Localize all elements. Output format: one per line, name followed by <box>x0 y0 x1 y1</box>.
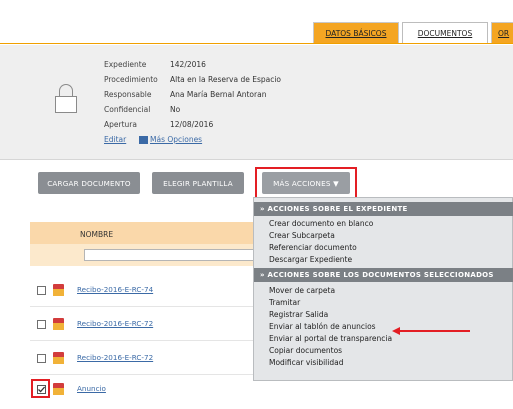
table-row[interactable]: Anuncio <box>30 375 260 409</box>
highlight-box-more-actions <box>255 167 357 199</box>
field-value-responsable: Ana María Bernal Antoran <box>170 90 267 99</box>
row-checkbox[interactable] <box>37 320 46 329</box>
table-row[interactable]: Recibo-2016-E-RC-72 <box>30 307 260 341</box>
file-icon <box>53 352 64 364</box>
menu-item-modify-visibility[interactable]: Modificar visibilidad <box>269 358 343 367</box>
field-label-apertura: Apertura <box>104 120 137 129</box>
name-filter-input[interactable] <box>84 249 260 261</box>
tab-documentos[interactable]: DOCUMENTOS <box>402 22 488 43</box>
menu-item-reference-document[interactable]: Referenciar documento <box>269 243 357 252</box>
more-actions-menu: » ACCIONES SOBRE EL EXPEDIENTE Crear doc… <box>253 197 513 381</box>
field-label-responsable: Responsable <box>104 90 152 99</box>
file-icon <box>53 383 64 395</box>
menu-item-process[interactable]: Tramitar <box>269 298 300 307</box>
field-label-confidencial: Confidencial <box>104 105 151 114</box>
load-document-button[interactable]: CARGAR DOCUMENTO <box>38 172 140 194</box>
field-value-apertura: 12/08/2016 <box>170 120 214 129</box>
field-label-procedimiento: Procedimiento <box>104 75 158 84</box>
menu-item-move-folder[interactable]: Mover de carpeta <box>269 286 335 295</box>
menu-item-download-record[interactable]: Descargar Expediente <box>269 255 352 264</box>
more-options-link[interactable]: Más Opciones <box>150 135 202 144</box>
field-value-procedimiento: Alta en la Reserva de Espacio <box>170 75 282 84</box>
row-checkbox[interactable] <box>37 354 46 363</box>
menu-section-record: » ACCIONES SOBRE EL EXPEDIENTE <box>254 202 513 216</box>
menu-item-create-blank[interactable]: Crear documento en blanco <box>269 219 373 228</box>
table-row[interactable]: Recibo-2016-E-RC-72 <box>30 341 260 375</box>
arrow-left-icon <box>392 327 400 335</box>
choose-template-button[interactable]: ELEGIR PLANTILLA <box>152 172 244 194</box>
field-value-confidencial: No <box>170 105 181 114</box>
field-value-expediente: 142/2016 <box>170 60 206 69</box>
menu-item-create-subfolder[interactable]: Crear Subcarpeta <box>269 231 335 240</box>
menu-item-send-transparency[interactable]: Enviar al portal de transparencia <box>269 334 392 343</box>
column-header-nombre[interactable]: NOMBRE <box>80 230 113 239</box>
document-link[interactable]: Recibo-2016-E-RC-74 <box>77 285 153 294</box>
field-label-expediente: Expediente <box>104 60 147 69</box>
annotation-arrow-line <box>398 330 470 332</box>
menu-section-selected: » ACCIONES SOBRE LOS DOCUMENTOS SELECCIO… <box>254 268 513 282</box>
tab-datos-basicos[interactable]: DATOS BÁSICOS <box>313 22 399 43</box>
menu-item-copy-documents[interactable]: Copiar documentos <box>269 346 342 355</box>
highlight-box-checkbox <box>31 379 50 398</box>
options-icon <box>139 136 148 144</box>
tab-truncated[interactable]: OR <box>491 22 513 43</box>
document-link[interactable]: Recibo-2016-E-RC-72 <box>77 353 153 362</box>
file-icon <box>53 318 64 330</box>
tab-bar: DATOS BÁSICOS DOCUMENTOS OR <box>0 0 513 44</box>
file-icon <box>53 284 64 296</box>
row-checkbox[interactable] <box>37 286 46 295</box>
menu-item-send-bulletin[interactable]: Enviar al tablón de anuncios <box>269 322 376 331</box>
table-row[interactable]: Recibo-2016-E-RC-74 <box>30 273 260 307</box>
lock-icon-body <box>55 96 77 113</box>
edit-link[interactable]: Editar <box>104 135 126 144</box>
document-link[interactable]: Anuncio <box>77 384 106 393</box>
document-link[interactable]: Recibo-2016-E-RC-72 <box>77 319 153 328</box>
menu-item-register-output[interactable]: Registrar Salida <box>269 310 328 319</box>
